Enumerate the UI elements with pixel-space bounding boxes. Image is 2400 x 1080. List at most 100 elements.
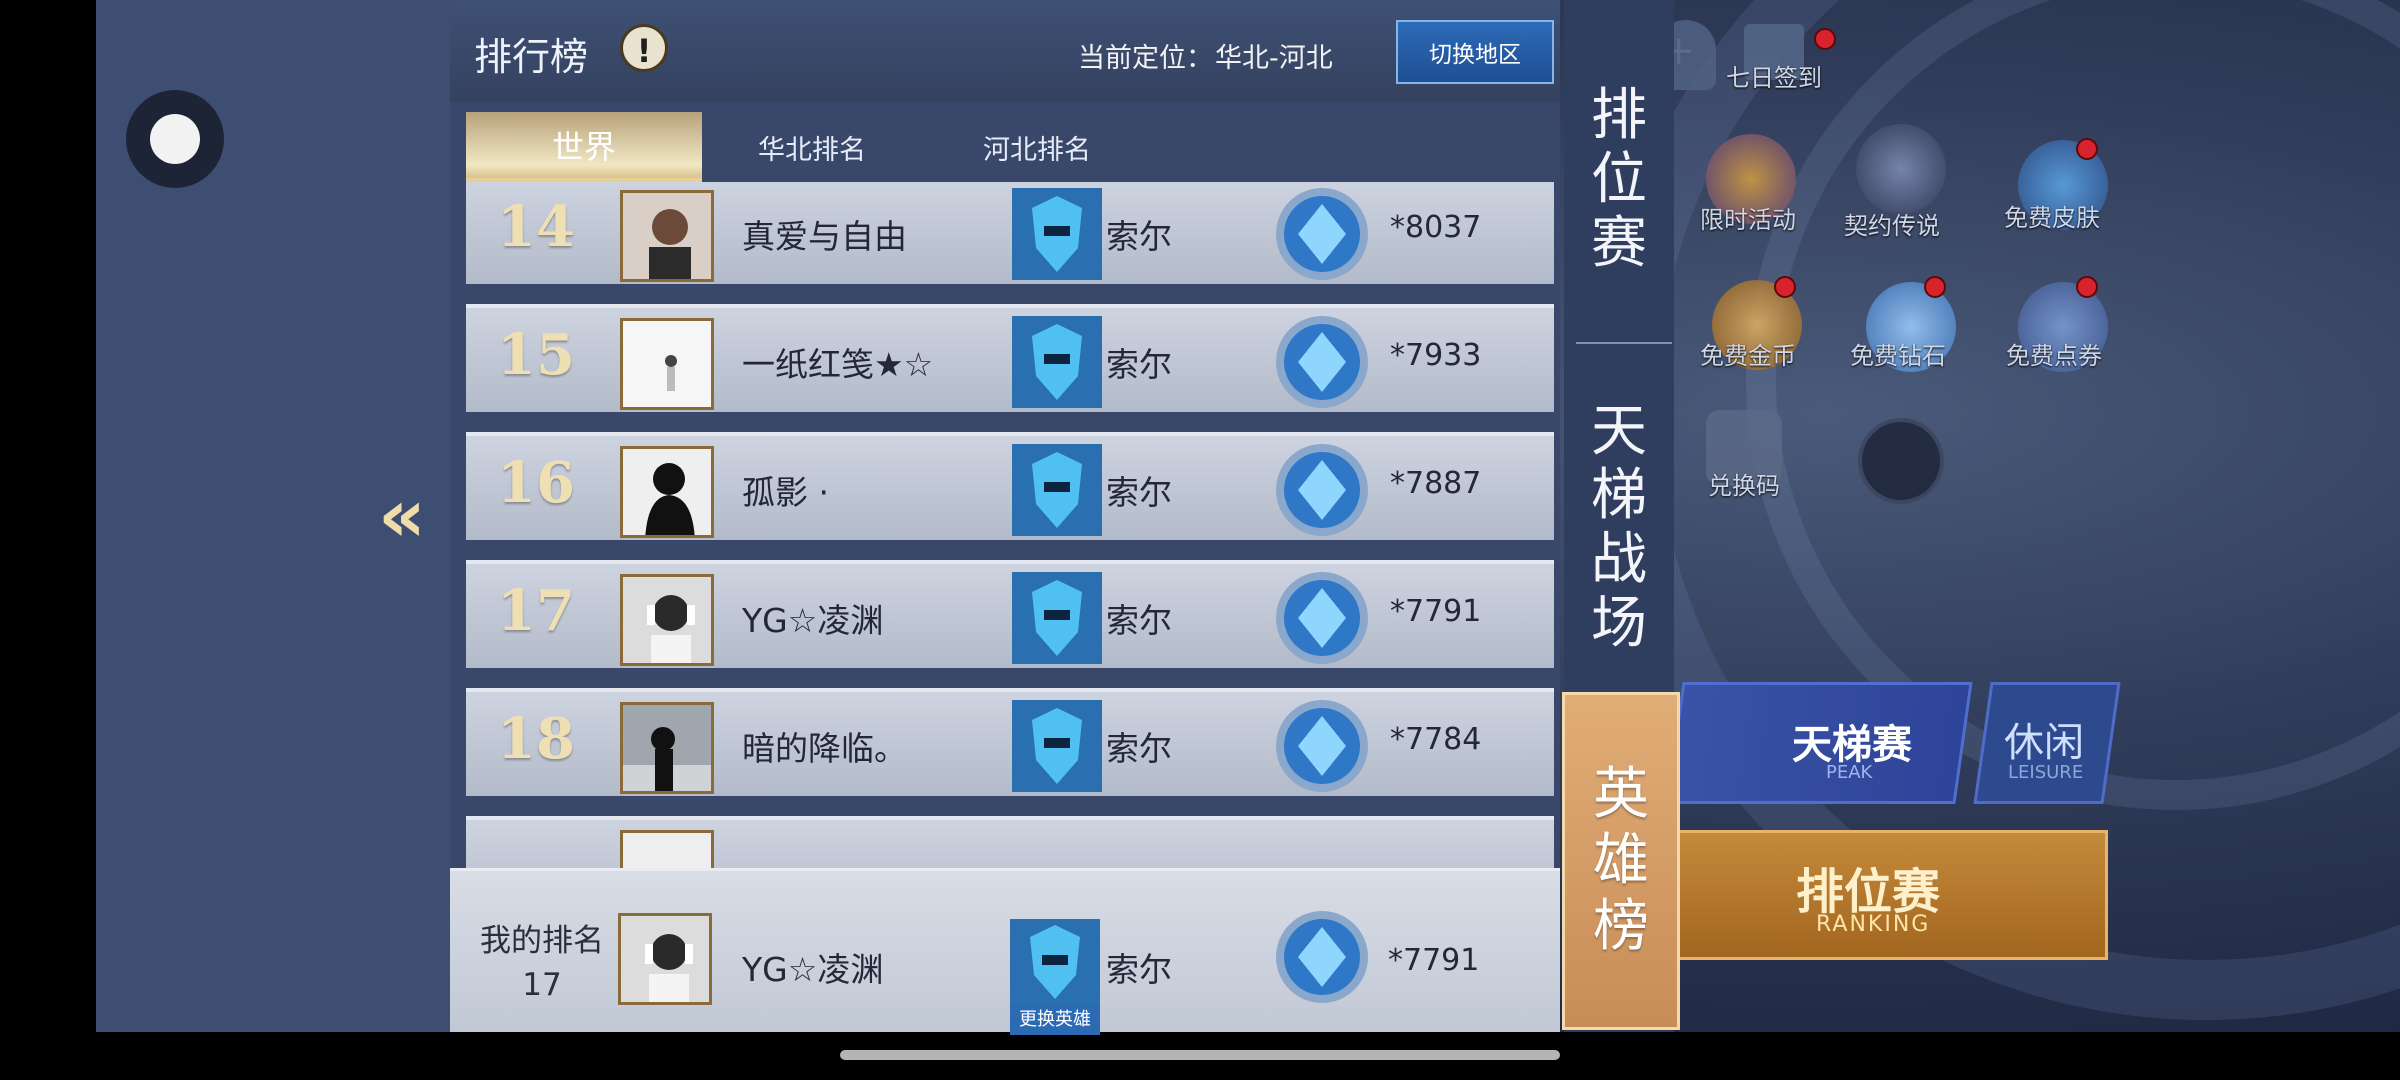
free-coupon-label: 免费点券 [2006, 342, 2102, 370]
peak-subtitle: PEAK [1826, 762, 1873, 783]
category-char: 梯 [1591, 463, 1647, 528]
player-name: 孤影 · [742, 473, 829, 512]
hero-name: 索尔 [1106, 473, 1172, 512]
circle-icon [150, 114, 200, 164]
rank-number: 18 [497, 706, 575, 772]
hero-portrait-icon[interactable] [1010, 919, 1100, 1005]
tab-hebei[interactable]: 河北排名 [922, 112, 1152, 182]
divider [1576, 342, 1672, 344]
avatar[interactable] [620, 830, 714, 868]
player-name: 暗的降临。 [742, 729, 907, 768]
hero-name: 索尔 [1106, 217, 1172, 256]
my-hero-name: 索尔 [1106, 950, 1172, 989]
rank-tier-badge-icon [1274, 314, 1370, 410]
my-rank-number: 17 [522, 967, 562, 1003]
table-row[interactable]: 15 一纸红笺★☆ 索尔 *7933 [466, 304, 1554, 412]
category-heroes[interactable]: 英 雄 榜 [1562, 692, 1680, 1030]
table-row[interactable]: 18 暗的降临。 索尔 *7784 [466, 688, 1554, 796]
change-hero-button[interactable]: 更换英雄 [1010, 1005, 1100, 1035]
location-value: 华北-河北 [1215, 43, 1333, 74]
category-char: 榜 [1593, 894, 1649, 959]
avatar[interactable] [620, 446, 714, 538]
table-row[interactable]: 14 真爱与自由 索尔 *8037 [466, 182, 1554, 284]
hero-name: 索尔 [1106, 345, 1172, 384]
category-char: 天 [1591, 399, 1647, 464]
avatar[interactable] [620, 702, 714, 794]
player-name: 真爱与自由 [742, 217, 907, 256]
leisure-subtitle: LEISURE [2008, 762, 2084, 783]
avatar[interactable] [620, 318, 714, 410]
score-value: *7887 [1390, 466, 1482, 501]
score-value: *7791 [1390, 594, 1482, 629]
scope-tabs: 世界 华北排名 河北排名 [466, 112, 1554, 182]
my-rank-bar: 我的排名 17 YG☆凌渊 更换英雄 索尔 *7791 [450, 868, 1560, 1035]
ranking-subtitle: RANKING [1816, 912, 1931, 937]
category-char: 英 [1593, 762, 1649, 827]
leisure-title: 休闲 [2004, 720, 2084, 766]
rank-tier-badge-icon [1274, 909, 1370, 1005]
rank-tier-badge-icon [1274, 698, 1370, 794]
free-skin-label: 免费皮肤 [2004, 204, 2100, 232]
collapse-arrow-icon[interactable]: « [378, 476, 438, 556]
notification-dot [1814, 28, 1836, 50]
free-gold-label: 免费金币 [1700, 342, 1796, 370]
floating-assist-button[interactable] [126, 90, 224, 188]
table-row[interactable]: 17 YG☆凌渊 索尔 *7791 [466, 560, 1554, 668]
category-ladder[interactable]: 天 梯 战 场 [1564, 400, 1674, 656]
leaderboard-panel: 排行榜 ! 当前定位： 华北-河北 切换地区 世界 华北排名 河北排名 14 真… [450, 0, 1560, 1035]
tab-north-china[interactable]: 华北排名 [702, 112, 922, 182]
hero-portrait-icon [1012, 316, 1102, 408]
rank-number: 15 [497, 322, 575, 388]
legend-label: 契约传说 [1844, 212, 1940, 240]
category-char: 排 [1591, 83, 1647, 148]
hero-name: 索尔 [1106, 601, 1172, 640]
avatar[interactable] [620, 574, 714, 666]
hero-portrait-icon [1012, 572, 1102, 664]
info-icon[interactable]: ! [620, 24, 668, 72]
hero-portrait-icon [1012, 700, 1102, 792]
avatar[interactable] [620, 190, 714, 282]
my-rank-label: 我的排名 17 [472, 919, 612, 1007]
my-player-name: YG☆凌渊 [742, 950, 884, 989]
sound-icon[interactable] [1858, 418, 1944, 504]
tab-world[interactable]: 世界 [466, 112, 702, 182]
player-name: YG☆凌渊 [742, 601, 884, 640]
redeem-code-label: 兑换码 [1708, 472, 1780, 500]
limited-event-label: 限时活动 [1700, 206, 1796, 234]
checkin-label: 七日签到 [1726, 64, 1822, 92]
location-label: 当前定位： [1078, 43, 1213, 74]
notification-dot [1774, 276, 1796, 298]
notification-dot [1924, 276, 1946, 298]
rank-number: 14 [497, 194, 575, 260]
rank-tier-badge-icon [1274, 570, 1370, 666]
category-ranked[interactable]: 排 位 赛 [1564, 84, 1674, 276]
table-row-partial[interactable] [466, 816, 1554, 868]
rank-number: 17 [497, 578, 575, 644]
legend-icon[interactable] [1856, 124, 1946, 214]
notification-dot [2076, 138, 2098, 160]
hero-portrait-icon [1012, 444, 1102, 536]
page-title: 排行榜 [474, 35, 589, 79]
free-diamond-label: 免费钻石 [1850, 342, 1946, 370]
my-rank-title: 我的排名 [480, 923, 604, 959]
hero-name: 索尔 [1106, 729, 1172, 768]
category-char: 场 [1591, 591, 1647, 656]
home-indicator[interactable] [840, 1050, 1560, 1060]
category-char: 战 [1591, 527, 1647, 592]
score-value: *8037 [1390, 210, 1482, 245]
table-row[interactable]: 16 孤影 · 索尔 *7887 [466, 432, 1554, 540]
category-char: 雄 [1593, 828, 1649, 893]
switch-region-button[interactable]: 切换地区 [1396, 20, 1554, 84]
avatar[interactable] [618, 913, 712, 1005]
rank-number: 16 [497, 450, 575, 516]
category-char: 位 [1591, 147, 1647, 212]
panel-header: 排行榜 ! 当前定位： 华北-河北 切换地区 [450, 0, 1560, 102]
hero-portrait-icon [1012, 188, 1102, 280]
player-name: 一纸红笺★☆ [742, 345, 934, 384]
rank-tier-badge-icon [1274, 442, 1370, 538]
ranking-list[interactable]: 14 真爱与自由 索尔 *8037 15 一纸红笺★☆ 索尔 *7933 16 … [466, 182, 1556, 868]
my-score-value: *7791 [1388, 943, 1480, 978]
notification-dot [2076, 276, 2098, 298]
score-value: *7933 [1390, 338, 1482, 373]
score-value: *7784 [1390, 722, 1482, 757]
